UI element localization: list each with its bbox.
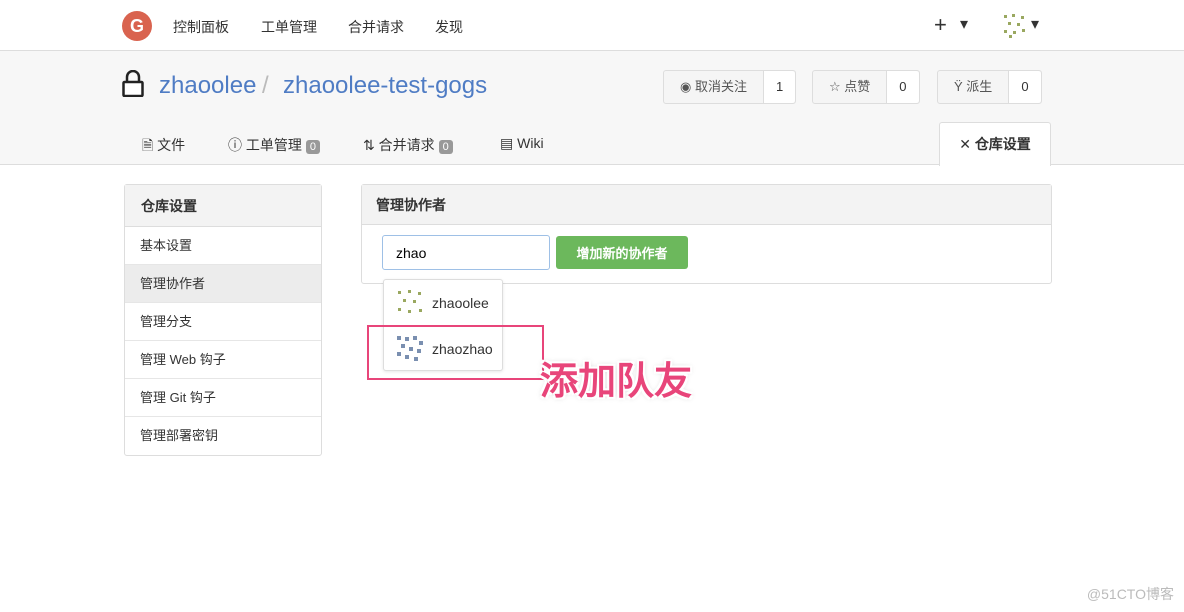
collaborator-search-input[interactable] <box>382 235 550 270</box>
star-button[interactable]: ☆ 点赞 0 <box>812 70 920 104</box>
fork-button[interactable]: Ÿ 派生 0 <box>937 70 1042 104</box>
settings-sidebar: 仓库设置 基本设置 管理协作者 管理分支 管理 Web 钩子 管理 Git 钩子… <box>124 184 322 456</box>
user-avatar[interactable] <box>1002 13 1028 39</box>
nav-pulls[interactable]: 合并请求 <box>348 17 404 37</box>
unwatch-button[interactable]: ◉ 取消关注 1 <box>663 70 797 104</box>
sidebar-item-deploy-keys[interactable]: 管理部署密钥 <box>125 417 321 455</box>
repo-owner-link[interactable]: zhaoolee <box>159 72 256 100</box>
annotation-label: 添加队友 <box>540 361 693 403</box>
nav-dashboard[interactable]: 控制面板 <box>173 17 229 37</box>
issue-icon: ⓘ <box>228 137 246 153</box>
watermark: @51CTO博客 <box>1086 586 1174 602</box>
file-icon: 🗎 <box>142 137 158 153</box>
sidebar-item-options[interactable]: 基本设置 <box>125 227 321 265</box>
path-separator: / <box>262 72 269 99</box>
tab-pulls[interactable]: ⇅ 合并请求 0 <box>363 135 453 155</box>
tab-wiki[interactable]: ▤ Wiki <box>500 135 544 152</box>
sidebar-title: 仓库设置 <box>125 185 321 227</box>
star-count[interactable]: 0 <box>887 71 919 103</box>
book-icon: ▤ <box>500 135 518 151</box>
add-collaborator-button[interactable]: 增加新的协作者 <box>556 236 688 269</box>
lock-icon <box>122 70 144 97</box>
tab-settings[interactable]: ✕ 仓库设置 <box>939 122 1051 166</box>
pull-request-icon: ⇅ <box>363 137 379 153</box>
repo-name-link[interactable]: zhaoolee-test-gogs <box>283 72 487 100</box>
gogs-logo[interactable]: G <box>122 11 152 41</box>
tab-issues[interactable]: ⓘ 工单管理 0 <box>228 135 321 155</box>
panel-title: 管理协作者 <box>362 185 1051 225</box>
fork-count[interactable]: 0 <box>1009 71 1041 103</box>
user-avatar <box>398 290 422 313</box>
star-icon: ☆ <box>829 79 845 94</box>
plus-icon[interactable]: + <box>934 12 947 38</box>
eye-icon: ◉ <box>680 79 695 94</box>
tab-files[interactable]: 🗎 文件 <box>142 135 185 159</box>
sidebar-item-collaborators[interactable]: 管理协作者 <box>125 265 321 303</box>
suggestion-item[interactable]: zhaoolee <box>384 280 502 326</box>
sidebar-item-git-hooks[interactable]: 管理 Git 钩子 <box>125 379 321 417</box>
pulls-count-badge: 0 <box>438 140 453 154</box>
chevron-down-icon[interactable]: ▾ <box>1031 14 1039 34</box>
watch-count[interactable]: 1 <box>763 71 796 103</box>
sidebar-item-webhooks[interactable]: 管理 Web 钩子 <box>125 341 321 379</box>
fork-icon: Ÿ <box>954 79 967 94</box>
nav-explore[interactable]: 发现 <box>435 17 463 37</box>
sidebar-item-branches[interactable]: 管理分支 <box>125 303 321 341</box>
tools-icon: ✕ <box>959 136 975 152</box>
highlight-box <box>367 325 544 380</box>
chevron-down-icon[interactable]: ▾ <box>960 14 968 34</box>
nav-issues[interactable]: 工单管理 <box>261 17 317 37</box>
issues-count-badge: 0 <box>305 140 321 154</box>
top-navbar: G 控制面板 工单管理 合并请求 发现 + ▾ ▾ <box>0 0 1184 51</box>
